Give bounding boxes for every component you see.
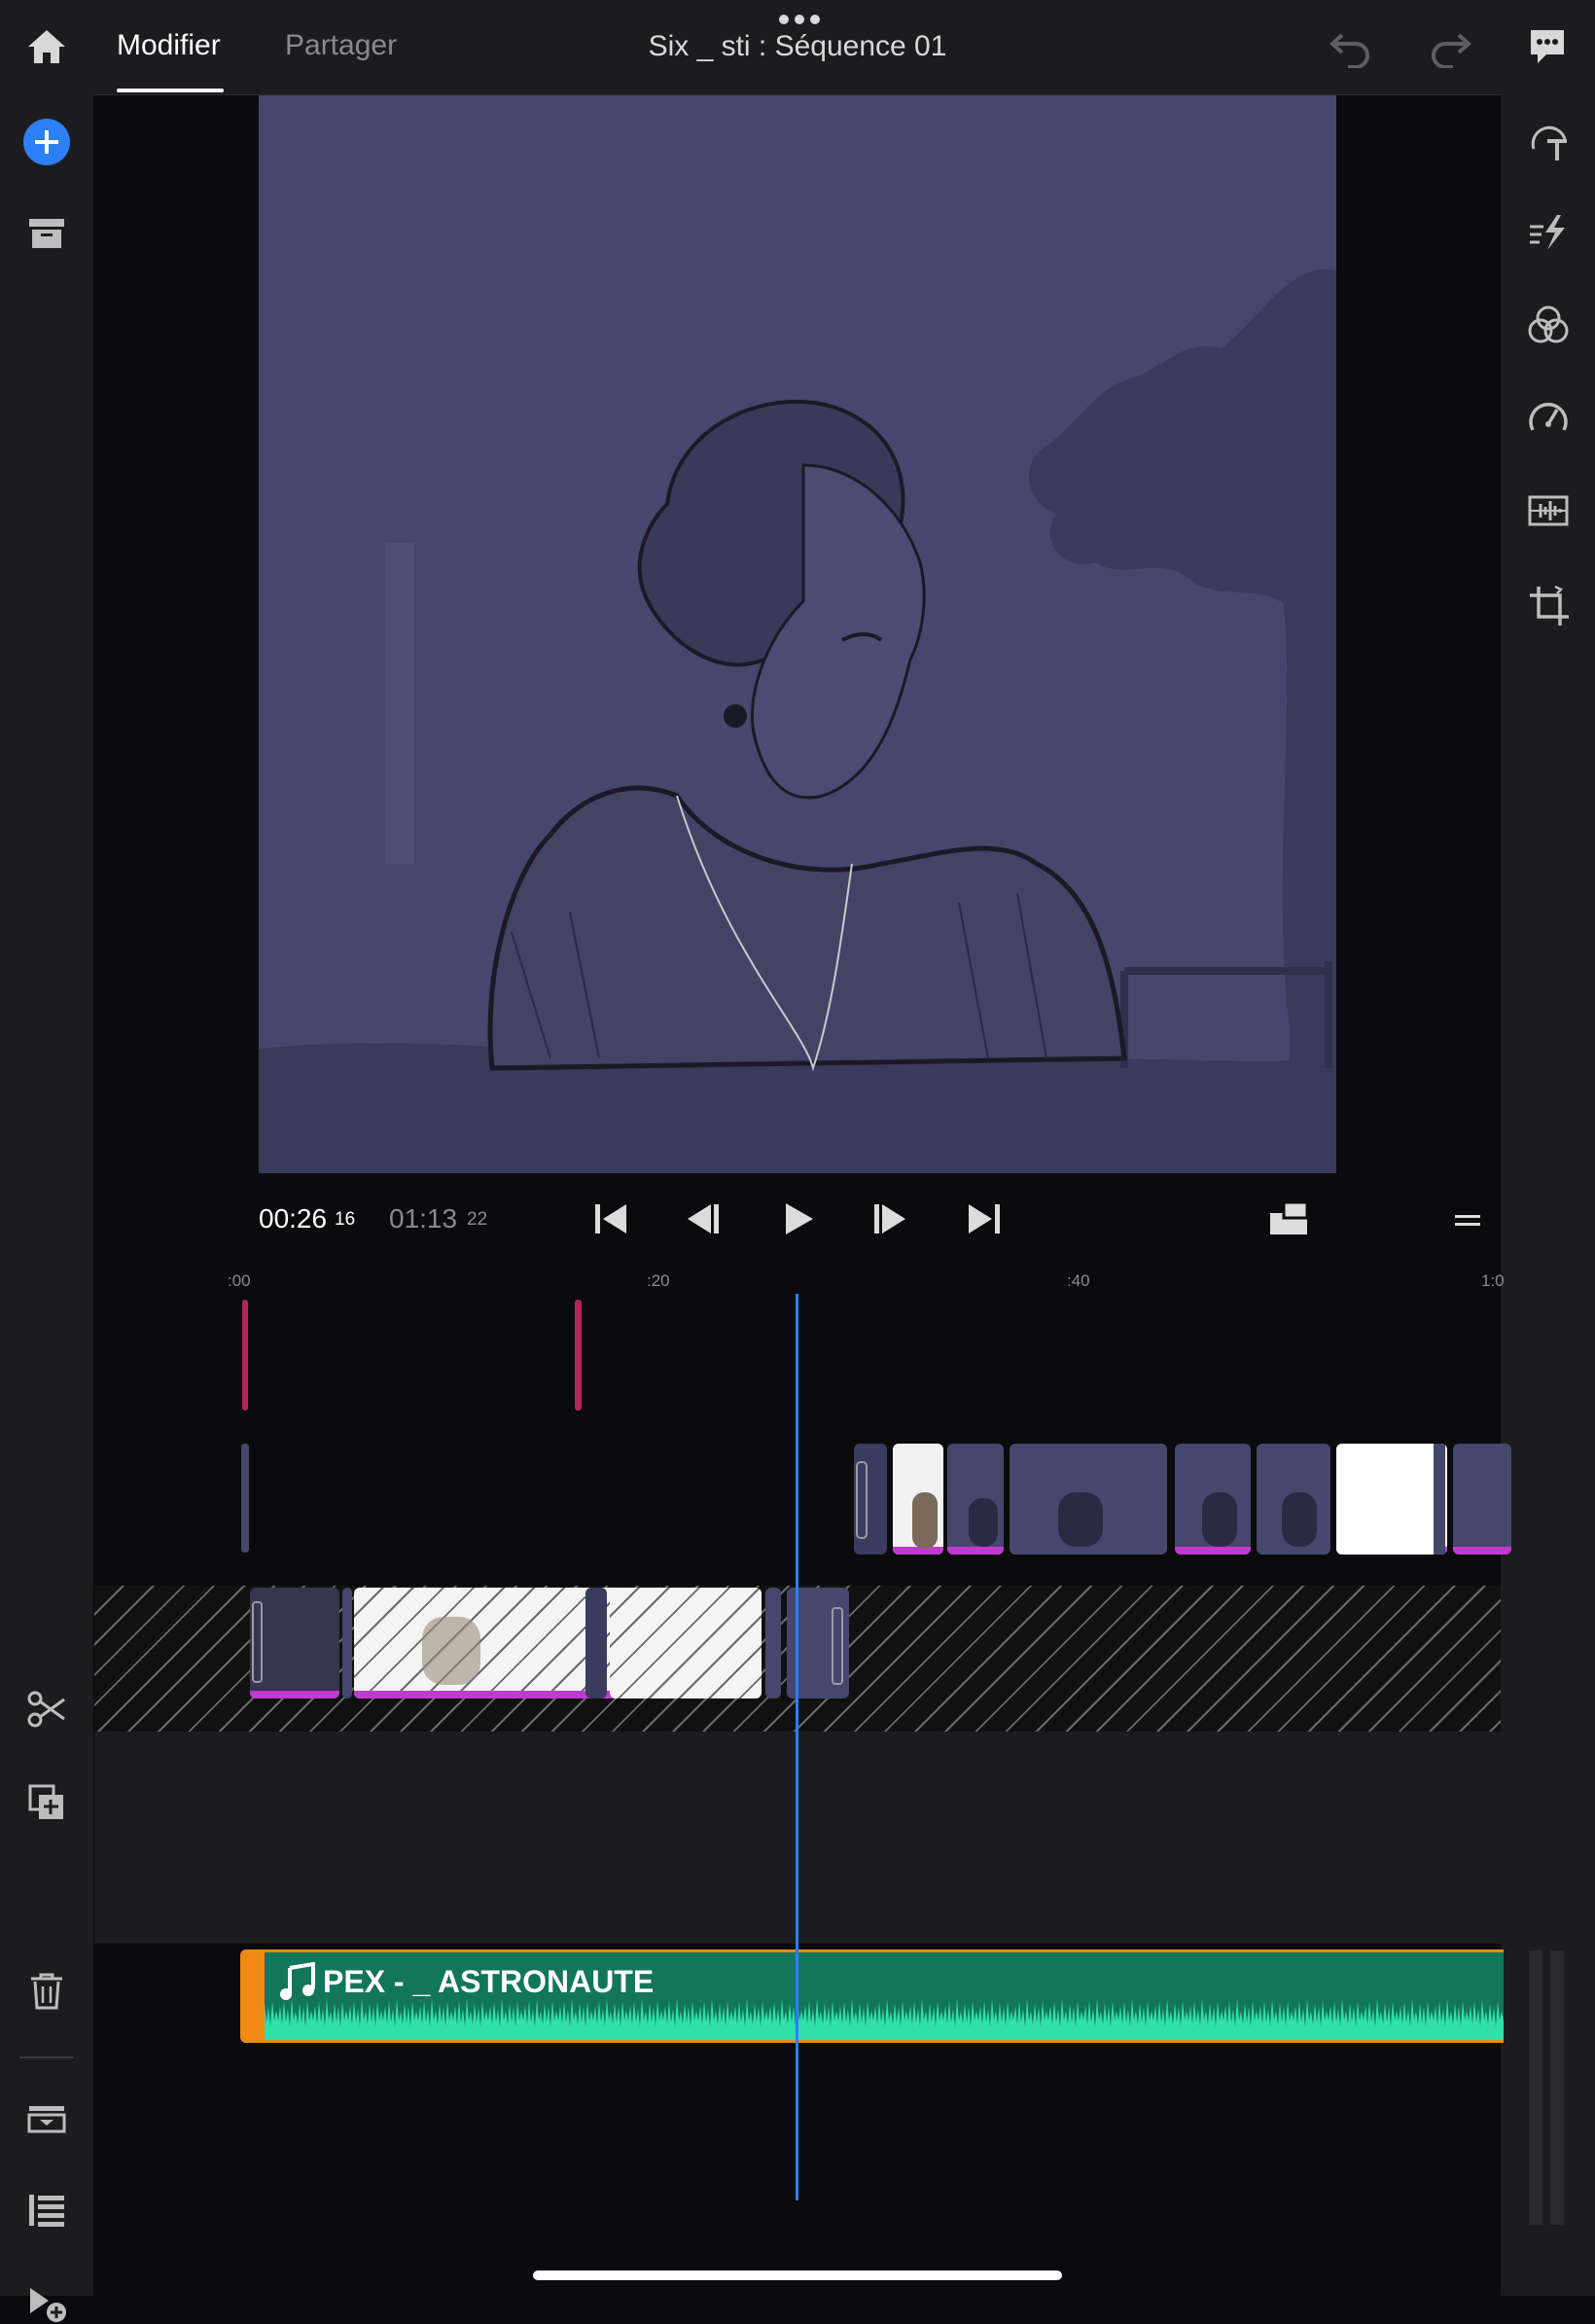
color-icon[interactable] <box>1528 304 1569 345</box>
right-toolbar <box>1501 94 1595 2296</box>
clip-handle[interactable] <box>241 1444 249 1553</box>
current-timecode: 00:26 <box>259 1203 328 1234</box>
crop-icon[interactable] <box>1528 585 1571 627</box>
skip-to-start-icon[interactable] <box>591 1199 630 1238</box>
marker[interactable] <box>575 1300 582 1411</box>
clip[interactable] <box>893 1444 943 1555</box>
clip[interactable] <box>610 1588 762 1698</box>
play-icon[interactable] <box>778 1199 817 1238</box>
skip-to-end-icon[interactable] <box>965 1199 1004 1238</box>
music-note-icon <box>280 1962 315 2001</box>
current-frames: 16 <box>335 1209 356 1230</box>
ruler-label: :20 <box>647 1271 670 1290</box>
left-toolbar <box>0 94 93 2322</box>
redo-icon[interactable] <box>1428 29 1472 68</box>
drag-handle-icon[interactable] <box>1455 1213 1480 1229</box>
ruler-label: :00 <box>228 1271 251 1290</box>
add-icon[interactable] <box>22 118 71 166</box>
archive-icon[interactable] <box>27 217 66 250</box>
audio-clip-label: PEX - _ ASTRONAUTE <box>323 1964 655 1999</box>
scissors-icon[interactable] <box>25 1690 68 1729</box>
clip[interactable] <box>1010 1444 1167 1555</box>
effects-icon[interactable] <box>1528 213 1571 252</box>
toolbar-divider <box>19 2056 74 2058</box>
clip[interactable] <box>854 1444 887 1555</box>
ruler-label: :40 <box>1067 1271 1090 1290</box>
audio-icon[interactable] <box>1528 495 1569 526</box>
ruler-label: 1:0 <box>1481 1271 1505 1290</box>
duration-frames: 22 <box>467 1209 488 1230</box>
text-icon[interactable] <box>1528 120 1571 162</box>
step-back-icon[interactable] <box>684 1199 723 1238</box>
playhead[interactable] <box>796 1294 798 2200</box>
undo-icon[interactable] <box>1329 29 1373 68</box>
audio-meter-right <box>1550 1950 1564 2225</box>
track-icon[interactable] <box>27 2104 66 2133</box>
more-icon[interactable] <box>778 14 821 25</box>
duration-timecode: 01:13 <box>389 1203 458 1234</box>
step-forward-icon[interactable] <box>870 1199 909 1238</box>
add-media-icon[interactable] <box>27 2285 68 2324</box>
clip[interactable] <box>1336 1444 1447 1555</box>
fullscreen-icon[interactable] <box>1268 1199 1309 1238</box>
trash-icon[interactable] <box>29 1972 64 2011</box>
marker[interactable] <box>242 1300 248 1411</box>
duplicate-icon[interactable] <box>27 1783 66 1822</box>
clip[interactable] <box>765 1588 781 1698</box>
audio-clip[interactable]: PEX - _ ASTRONAUTE <box>240 1949 1504 2043</box>
active-tab-indicator <box>117 89 224 92</box>
top-bar: Modifier Partager Six _ sti : Séquence 0… <box>0 0 1595 95</box>
video-track-2 <box>852 1444 1511 1555</box>
clip[interactable] <box>585 1588 607 1698</box>
clip[interactable] <box>1257 1444 1330 1555</box>
clip[interactable] <box>947 1444 1004 1555</box>
video-preview[interactable] <box>259 95 1336 1173</box>
home-indicator <box>533 2270 1062 2280</box>
clip[interactable] <box>1453 1444 1511 1555</box>
clip[interactable] <box>342 1588 352 1698</box>
preview-illustration <box>259 95 1336 1173</box>
clip[interactable] <box>1175 1444 1251 1555</box>
comment-icon[interactable] <box>1527 27 1568 66</box>
list-icon[interactable] <box>27 2193 66 2228</box>
audio-meter-left <box>1529 1950 1542 2225</box>
speed-icon[interactable] <box>1528 398 1569 435</box>
clip[interactable] <box>250 1588 339 1698</box>
